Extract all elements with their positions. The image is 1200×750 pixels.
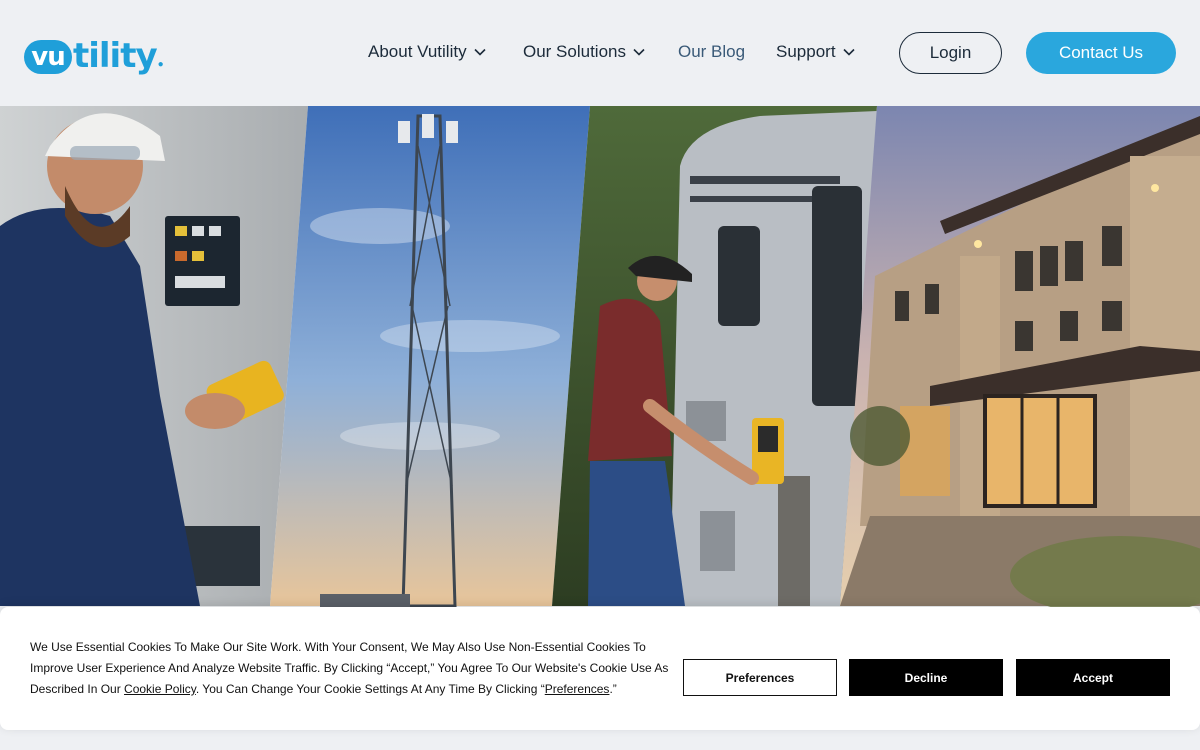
cookie-preferences-link[interactable]: Preferences — [545, 682, 610, 696]
logo-trademark-dot: ● — [157, 59, 164, 70]
vutility-logo[interactable]: vu tility ● — [24, 30, 164, 74]
site-header: vu tility ● About Vutility Our Solutions… — [0, 0, 1200, 106]
nav-support[interactable]: Support — [776, 40, 856, 64]
chevron-down-icon — [474, 48, 486, 56]
chevron-down-icon — [633, 48, 645, 56]
nav-about[interactable]: About Vutility — [368, 40, 487, 64]
cookie-consent-text: We Use Essential Cookies To Make Our Sit… — [30, 637, 670, 700]
hotel-building-photo — [840, 106, 1200, 616]
logo-mark: vu — [24, 40, 72, 74]
nav-blog[interactable]: Our Blog — [678, 40, 745, 64]
nav-solutions-label: Our Solutions — [523, 42, 626, 61]
nav-blog-label: Our Blog — [678, 42, 746, 61]
decline-button[interactable]: Decline — [849, 659, 1003, 696]
contact-us-button[interactable]: Contact Us — [1026, 32, 1176, 74]
cell-tower-photo — [270, 106, 590, 608]
preferences-button[interactable]: Preferences — [683, 659, 837, 696]
cookie-policy-link[interactable]: Cookie Policy — [124, 682, 196, 696]
chevron-down-icon — [842, 48, 855, 56]
accept-button[interactable]: Accept — [1016, 659, 1170, 696]
nav-solutions[interactable]: Our Solutions — [523, 40, 646, 64]
cookie-text-middle: . You Can Change Your Cookie Settings At… — [195, 682, 545, 696]
technician-panel-photo — [0, 106, 308, 606]
rv-hookup-photo — [552, 106, 877, 606]
login-button[interactable]: Login — [899, 32, 1002, 74]
cookie-consent-banner: We Use Essential Cookies To Make Our Sit… — [0, 607, 1200, 730]
nav-about-label: About Vutility — [368, 42, 467, 61]
logo-wordmark: tility — [73, 36, 158, 76]
cookie-text-end: .” — [609, 682, 617, 696]
nav-support-label: Support — [776, 42, 836, 61]
